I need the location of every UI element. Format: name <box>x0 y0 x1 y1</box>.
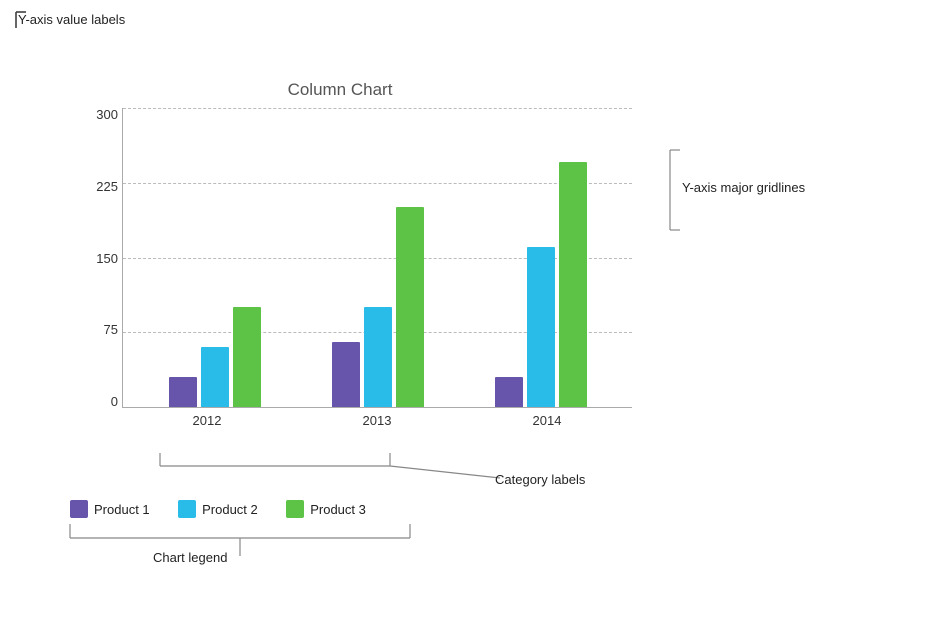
y-label-75: 75 <box>104 323 118 336</box>
bar-groups-container <box>123 108 632 407</box>
bar-2013-product1 <box>332 342 360 407</box>
chart-area: 300 225 150 75 0 <box>80 108 640 448</box>
chart-legend-annotation-container: Chart legend <box>65 496 485 581</box>
bar-2014-product1 <box>495 377 523 407</box>
category-labels-annotation-container: Category labels <box>100 448 620 503</box>
x-axis-labels: 2012 2013 2014 <box>122 413 632 428</box>
y-label-225: 225 <box>96 180 118 193</box>
bar-group-2012 <box>133 108 296 407</box>
y-axis-gridlines-annotation-container: Y-axis major gridlines <box>660 140 820 275</box>
legend-bracket-icon <box>65 496 485 576</box>
y-axis-gridlines-bracket-icon <box>660 140 820 270</box>
bar-2014-product3 <box>559 162 587 407</box>
bar-2013-product3 <box>396 207 424 407</box>
category-labels-label: Category labels <box>495 472 585 487</box>
bar-2012-product1 <box>169 377 197 407</box>
chart-title: Column Chart <box>80 80 600 100</box>
y-axis-gridlines-label: Y-axis major gridlines <box>682 180 805 195</box>
bar-2013-product2 <box>364 307 392 407</box>
bar-group-2013 <box>296 108 459 407</box>
chart-legend-label: Chart legend <box>153 550 227 565</box>
x-label-2014: 2014 <box>462 413 632 428</box>
bar-2012-product3 <box>233 307 261 407</box>
bar-2014-product2 <box>527 247 555 407</box>
y-axis-label-bracket-icon <box>12 8 42 38</box>
x-label-2012: 2012 <box>122 413 292 428</box>
y-label-150: 150 <box>96 252 118 265</box>
plot-area <box>122 108 632 408</box>
page-container: Y-axis value labels Column Chart 300 225… <box>0 0 936 622</box>
bar-group-2014 <box>459 108 622 407</box>
y-label-300: 300 <box>96 108 118 121</box>
bar-2012-product2 <box>201 347 229 407</box>
y-label-0: 0 <box>111 395 118 408</box>
x-label-2013: 2013 <box>292 413 462 428</box>
